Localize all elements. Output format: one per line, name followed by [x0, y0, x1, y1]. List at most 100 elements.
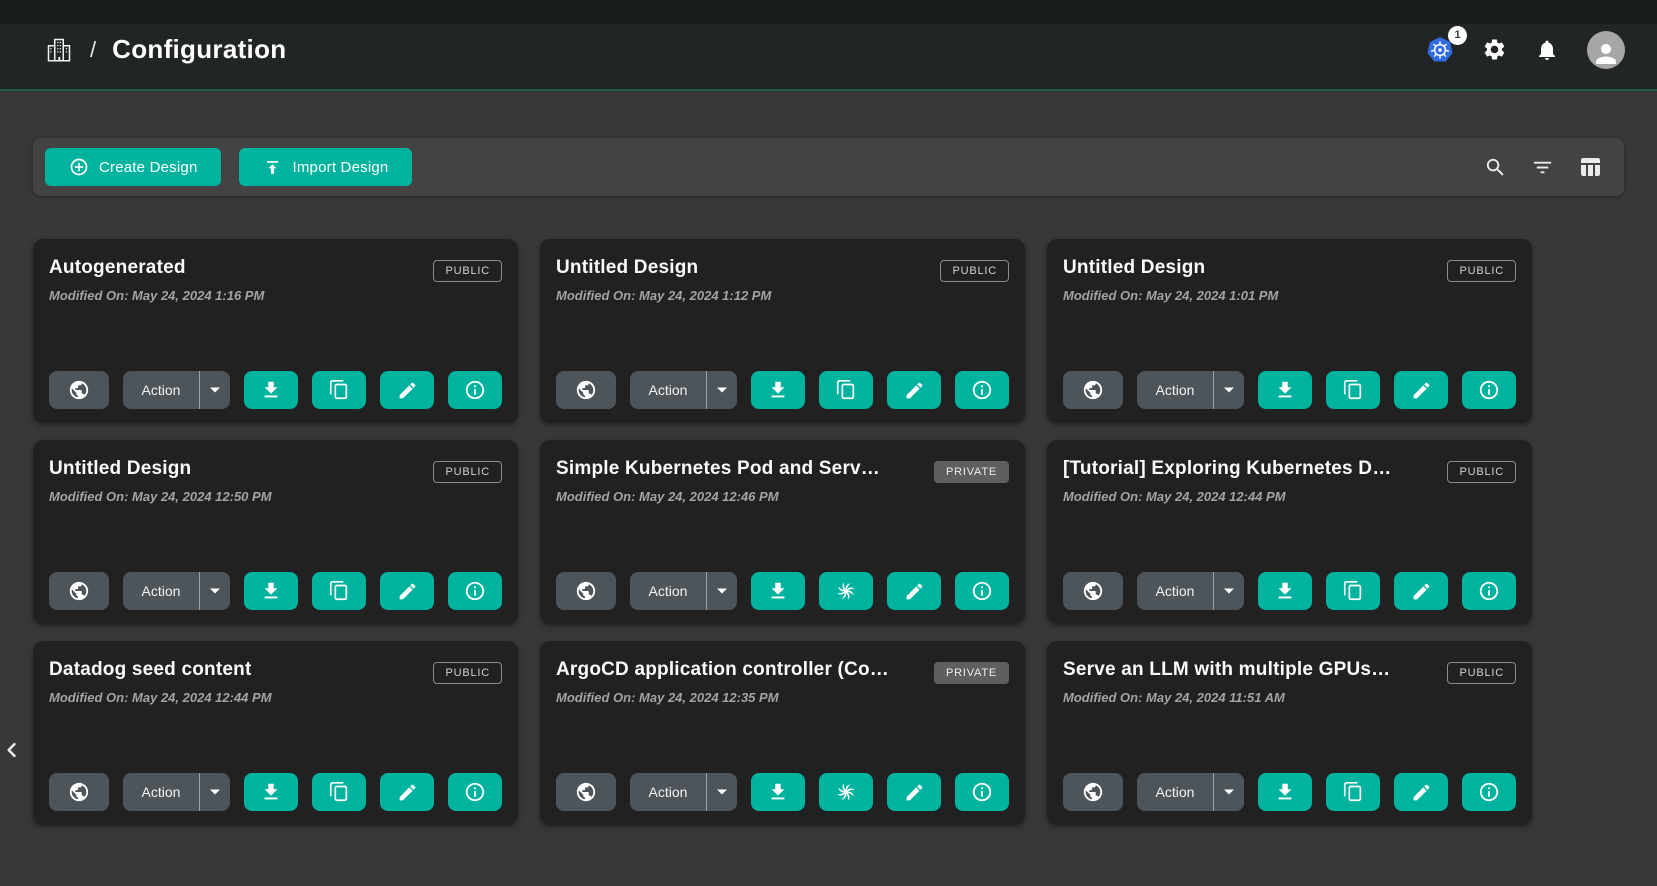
download-button[interactable]	[751, 773, 805, 811]
card-actions: Action	[556, 773, 1009, 811]
download-button[interactable]	[244, 572, 298, 610]
edit-pencil-icon	[1411, 380, 1432, 401]
clone-button[interactable]	[1326, 572, 1380, 610]
modified-on: Modified On: May 24, 2024 12:44 PM	[1063, 489, 1516, 504]
visibility-globe-button[interactable]	[1063, 773, 1123, 811]
info-button[interactable]	[1462, 572, 1516, 610]
building-icon[interactable]	[44, 35, 74, 65]
import-design-button[interactable]: Import Design	[239, 148, 412, 186]
globe-icon	[1082, 580, 1104, 602]
action-split-button[interactable]: Action	[123, 572, 230, 610]
visibility-badge: PRIVATE	[934, 662, 1009, 684]
visibility-globe-button[interactable]	[1063, 572, 1123, 610]
visibility-globe-button[interactable]	[556, 572, 616, 610]
download-button[interactable]	[244, 371, 298, 409]
visibility-globe-button[interactable]	[1063, 371, 1123, 409]
info-button[interactable]	[448, 572, 502, 610]
visibility-globe-button[interactable]	[556, 773, 616, 811]
clone-button[interactable]	[819, 371, 873, 409]
visibility-globe-button[interactable]	[49, 572, 109, 610]
action-split-button[interactable]: Action	[630, 371, 737, 409]
design-swirl-button[interactable]	[819, 773, 873, 811]
edit-pencil-icon	[904, 782, 925, 803]
download-button[interactable]	[1258, 572, 1312, 610]
info-icon	[1478, 580, 1500, 602]
info-button[interactable]	[955, 572, 1009, 610]
action-dropdown-toggle[interactable]	[200, 386, 230, 394]
visibility-globe-button[interactable]	[49, 773, 109, 811]
info-icon	[971, 379, 993, 401]
settings-button[interactable]	[1480, 35, 1509, 64]
chevron-down-icon	[209, 386, 221, 394]
drawer-collapse-button[interactable]	[0, 733, 26, 767]
clone-icon	[1342, 580, 1364, 602]
design-card: Serve an LLM with multiple GPUs… PUBLIC …	[1047, 641, 1532, 825]
table-view-button[interactable]	[1572, 149, 1608, 185]
edit-button[interactable]	[380, 371, 434, 409]
edit-button[interactable]	[887, 371, 941, 409]
action-split-button[interactable]: Action	[1137, 371, 1244, 409]
filter-button[interactable]	[1525, 150, 1560, 185]
action-dropdown-toggle[interactable]	[200, 788, 230, 796]
info-button[interactable]	[448, 371, 502, 409]
globe-icon	[575, 379, 597, 401]
action-split-button[interactable]: Action	[123, 371, 230, 409]
download-button[interactable]	[1258, 371, 1312, 409]
info-button[interactable]	[1462, 773, 1516, 811]
action-dropdown-toggle[interactable]	[1214, 386, 1244, 394]
edit-pencil-icon	[1411, 782, 1432, 803]
action-dropdown-toggle[interactable]	[200, 587, 230, 595]
download-button[interactable]	[751, 572, 805, 610]
action-dropdown-toggle[interactable]	[707, 386, 737, 394]
action-dropdown-toggle[interactable]	[1214, 788, 1244, 796]
clone-button[interactable]	[312, 773, 366, 811]
kubernetes-context-button[interactable]: 1	[1424, 34, 1456, 66]
download-button[interactable]	[244, 773, 298, 811]
visibility-globe-button[interactable]	[49, 371, 109, 409]
search-button[interactable]	[1478, 150, 1513, 185]
clone-icon	[835, 379, 857, 401]
edit-button[interactable]	[380, 572, 434, 610]
clone-button[interactable]	[312, 371, 366, 409]
action-dropdown-toggle[interactable]	[707, 788, 737, 796]
notifications-button[interactable]	[1533, 36, 1561, 64]
action-split-button[interactable]: Action	[123, 773, 230, 811]
info-button[interactable]	[955, 773, 1009, 811]
action-dropdown-toggle[interactable]	[707, 587, 737, 595]
clone-icon	[328, 379, 350, 401]
gear-icon	[1482, 37, 1507, 62]
design-card: Untitled Design PUBLIC Modified On: May …	[1047, 239, 1532, 423]
breadcrumb: / Configuration	[44, 34, 286, 65]
visibility-badge: PUBLIC	[1447, 662, 1516, 684]
design-grid: Autogenerated PUBLIC Modified On: May 24…	[33, 239, 1532, 825]
edit-pencil-icon	[904, 581, 925, 602]
clone-button[interactable]	[312, 572, 366, 610]
info-button[interactable]	[1462, 371, 1516, 409]
action-split-button[interactable]: Action	[1137, 572, 1244, 610]
download-icon	[767, 580, 789, 602]
user-avatar[interactable]	[1585, 29, 1627, 71]
download-button[interactable]	[751, 371, 805, 409]
design-swirl-button[interactable]	[819, 572, 873, 610]
edit-button[interactable]	[1394, 773, 1448, 811]
action-split-button[interactable]: Action	[630, 572, 737, 610]
info-button[interactable]	[955, 371, 1009, 409]
edit-button[interactable]	[380, 773, 434, 811]
info-button[interactable]	[448, 773, 502, 811]
action-split-button[interactable]: Action	[1137, 773, 1244, 811]
edit-button[interactable]	[1394, 572, 1448, 610]
clone-button[interactable]	[1326, 371, 1380, 409]
design-title: Untitled Design	[556, 257, 924, 279]
edit-button[interactable]	[887, 572, 941, 610]
download-button[interactable]	[1258, 773, 1312, 811]
edit-button[interactable]	[887, 773, 941, 811]
design-title: ArgoCD application controller (Co…	[556, 659, 924, 681]
action-dropdown-toggle[interactable]	[1214, 587, 1244, 595]
edit-button[interactable]	[1394, 371, 1448, 409]
visibility-globe-button[interactable]	[556, 371, 616, 409]
visibility-badge: PUBLIC	[1447, 461, 1516, 483]
create-design-button[interactable]: Create Design	[45, 148, 221, 186]
chevron-down-icon	[716, 587, 728, 595]
clone-button[interactable]	[1326, 773, 1380, 811]
action-split-button[interactable]: Action	[630, 773, 737, 811]
